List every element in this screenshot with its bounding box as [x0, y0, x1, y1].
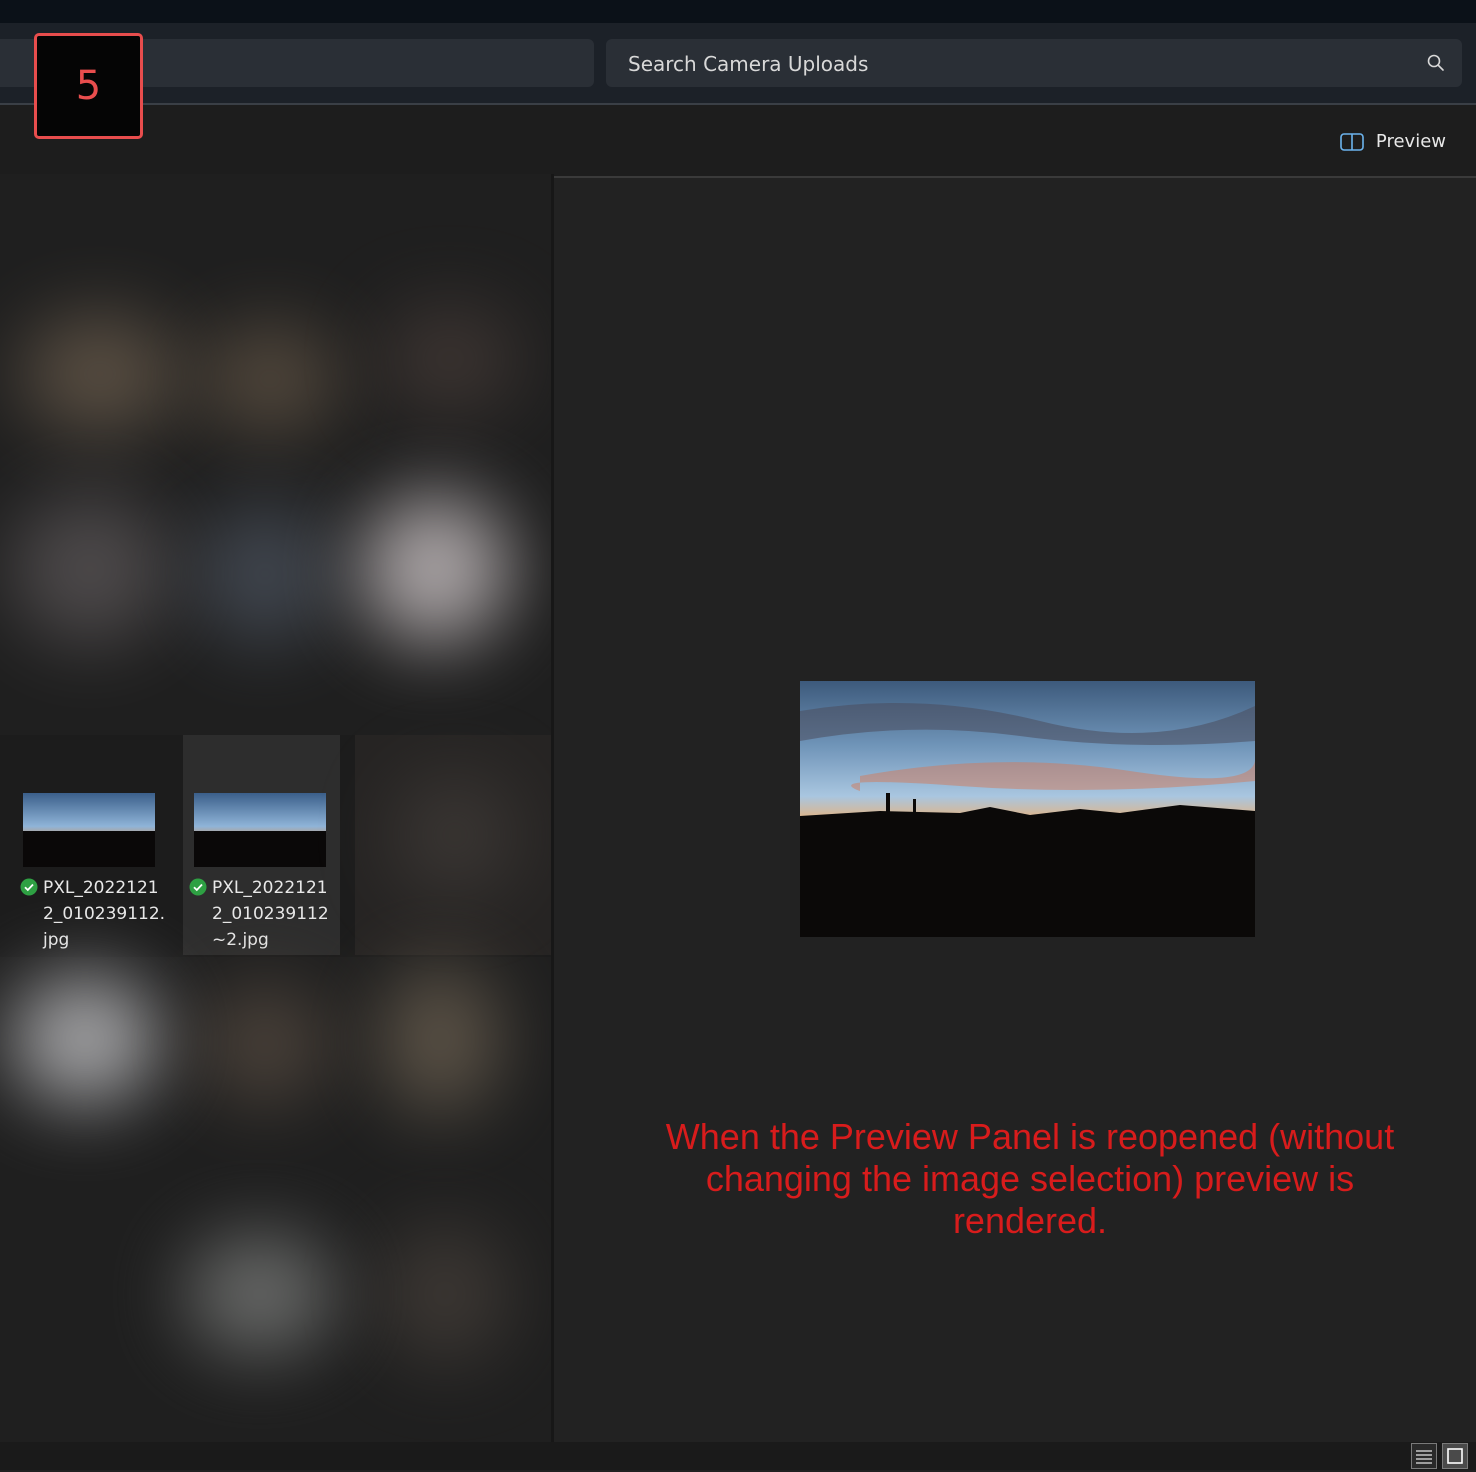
blurred-thumbnail — [380, 964, 500, 1114]
blurred-thumbnail — [20, 314, 180, 434]
details-view-icon — [1416, 1450, 1432, 1464]
file-thumbnail — [194, 793, 326, 867]
blurred-thumbnail — [195, 504, 335, 644]
blurred-thumbnail — [200, 984, 330, 1104]
preview-pane-toggle[interactable]: Preview — [1340, 131, 1446, 152]
preview-label: Preview — [1375, 131, 1446, 152]
tiles-view-icon — [1447, 1448, 1463, 1464]
file-thumbnail — [23, 793, 155, 867]
blurred-thumbnail — [200, 324, 340, 434]
file-row: PXL_20221212_010239112.jpg PXL_20221212_… — [0, 735, 551, 957]
blurred-file-tile[interactable] — [355, 735, 551, 955]
step-number-badge: 5 — [34, 33, 143, 139]
sync-status-check-icon — [189, 878, 207, 896]
window-title-bar — [0, 0, 1476, 23]
search-placeholder: Search Camera Uploads — [628, 52, 869, 76]
details-view-button[interactable] — [1411, 1443, 1437, 1469]
blurred-thumbnail — [10, 974, 160, 1104]
annotation-note: When the Preview Panel is reopened (with… — [665, 1116, 1395, 1241]
search-icon[interactable] — [1426, 53, 1446, 73]
blurred-thumbnail — [380, 304, 520, 414]
blurred-thumbnail — [10, 494, 170, 644]
blurred-thumbnail — [395, 775, 515, 895]
search-box[interactable]: Search Camera Uploads — [606, 39, 1462, 87]
preview-panel: When the Preview Panel is reopened (with… — [554, 176, 1476, 1444]
file-tile-selected[interactable]: PXL_20221212_010239112~2.jpg — [183, 735, 340, 955]
sync-status-check-icon — [20, 878, 38, 896]
file-grid: PXL_20221212_010239112.jpg PXL_20221212_… — [0, 174, 551, 1442]
file-name: PXL_20221212_010239112~2.jpg — [212, 878, 329, 950]
status-bar — [0, 1442, 1476, 1470]
file-name: PXL_20221212_010239112.jpg — [43, 878, 166, 950]
preview-image — [800, 681, 1255, 937]
blurred-thumbnail — [360, 494, 510, 644]
blurred-thumbnail — [185, 1234, 335, 1354]
preview-pane-icon — [1340, 132, 1364, 151]
file-tile[interactable]: PXL_20221212_010239112.jpg — [0, 735, 182, 955]
blurred-thumbnail — [380, 1224, 510, 1364]
address-bar: Search Camera Uploads — [0, 23, 1476, 105]
tiles-view-button[interactable] — [1442, 1443, 1468, 1469]
command-bar: Preview — [0, 105, 1476, 176]
